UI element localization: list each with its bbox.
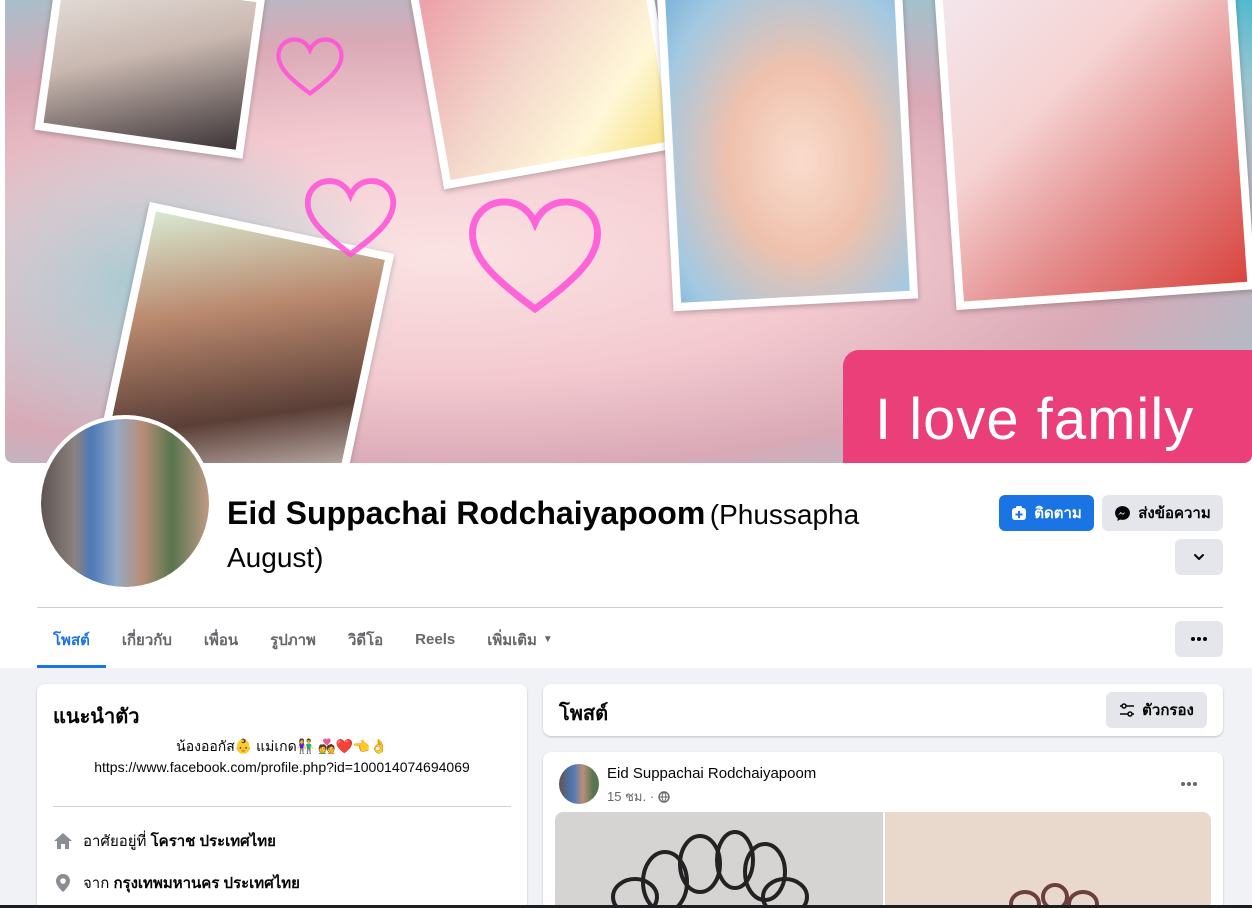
profile-options-button[interactable] xyxy=(1175,539,1223,575)
post-card: Eid Suppachai Rodchaiyapoom 15 ชม. · xyxy=(543,752,1223,908)
more-options-button[interactable] xyxy=(1175,621,1223,657)
post-options-button[interactable] xyxy=(1171,766,1207,802)
tab-about[interactable]: เกี่ยวกับ xyxy=(106,611,188,668)
intro-lives-value[interactable]: โคราช ประเทศไทย xyxy=(151,833,276,850)
profile-avatar[interactable] xyxy=(37,415,213,591)
post-author-avatar[interactable] xyxy=(559,764,599,804)
messenger-icon xyxy=(1115,505,1131,521)
intro-bio: น้องออกัส👶 แม่เกด👫 💑❤️👈👌 https://www.fac… xyxy=(53,736,511,778)
message-label: ส่งข้อความ xyxy=(1138,505,1211,522)
cover-collage-photo xyxy=(934,0,1252,311)
cover-collage-photo xyxy=(656,0,919,312)
message-button[interactable]: ส่งข้อความ xyxy=(1102,495,1223,531)
ellipsis-icon xyxy=(1191,637,1207,641)
tab-friends[interactable]: เพื่อน xyxy=(188,611,254,668)
profile-name: Eid Suppachai Rodchaiyapoom (Phussapha A… xyxy=(227,494,867,582)
globe-icon xyxy=(658,790,670,803)
post-author-name[interactable]: Eid Suppachai Rodchaiyapoom xyxy=(607,765,816,782)
location-pin-icon xyxy=(56,874,70,892)
ellipsis-icon xyxy=(1181,782,1197,786)
intro-title: แนะนำตัว xyxy=(53,706,140,728)
post-photo[interactable] xyxy=(555,812,883,908)
heart-icon xyxy=(276,37,344,97)
add-friend-icon xyxy=(1012,506,1027,520)
heart-icon xyxy=(304,178,397,258)
bio-link[interactable]: https://www.facebook.com/profile.php?id=… xyxy=(53,757,511,778)
cover-banner-text: I love family xyxy=(875,387,1195,452)
braided-hair-photo xyxy=(611,830,809,908)
posts-header-card: โพสต์ ตัวกรอง xyxy=(543,684,1223,736)
heart-icon xyxy=(469,198,601,314)
header-divider xyxy=(37,607,1223,608)
post-timestamp[interactable]: 15 ชม. · xyxy=(607,786,654,807)
intro-from: จาก กรุงเทพมหานคร ประเทศไทย xyxy=(53,871,300,895)
bio-text: น้องออกัส👶 แม่เกด👫 💑❤️👈👌 xyxy=(176,738,388,754)
braided-hair-photo xyxy=(1009,883,1099,908)
intro-card: แนะนำตัว น้องออกัส👶 แม่เกด👫 💑❤️👈👌 https:… xyxy=(37,684,527,908)
intro-from-value[interactable]: กรุงเทพมหานคร ประเทศไทย xyxy=(113,875,299,892)
tab-reels[interactable]: Reels xyxy=(399,611,471,668)
filter-button[interactable]: ตัวกรอง xyxy=(1106,692,1207,728)
filter-sliders-icon xyxy=(1120,703,1135,717)
post-meta: 15 ชม. · xyxy=(607,786,670,807)
chevron-down-icon xyxy=(1194,554,1204,560)
cover-collage-photo xyxy=(409,0,681,190)
intro-lives-in: อาศัยอยู่ที่ โคราช ประเทศไทย xyxy=(53,829,276,853)
tab-posts[interactable]: โพสต์ xyxy=(37,611,106,668)
tab-photos[interactable]: รูปภาพ xyxy=(254,611,332,668)
tab-more[interactable]: เพิ่มเติม ▼ xyxy=(471,611,569,668)
intro-divider xyxy=(53,806,511,807)
post-photo-grid[interactable] xyxy=(555,812,1211,908)
home-icon xyxy=(54,833,72,849)
post-photo[interactable] xyxy=(885,812,1211,908)
follow-button[interactable]: ติดตาม xyxy=(999,495,1094,531)
profile-tabs: โพสต์ เกี่ยวกับ เพื่อน รูปภาพ วิดีโอ Ree… xyxy=(37,611,569,668)
follow-label: ติดตาม xyxy=(1034,505,1082,522)
filter-label: ตัวกรอง xyxy=(1142,702,1194,719)
caret-down-icon: ▼ xyxy=(542,634,553,645)
profile-name-main: Eid Suppachai Rodchaiyapoom xyxy=(227,495,706,531)
posts-title: โพสต์ xyxy=(559,703,609,725)
tab-videos[interactable]: วิดีโอ xyxy=(332,611,399,668)
